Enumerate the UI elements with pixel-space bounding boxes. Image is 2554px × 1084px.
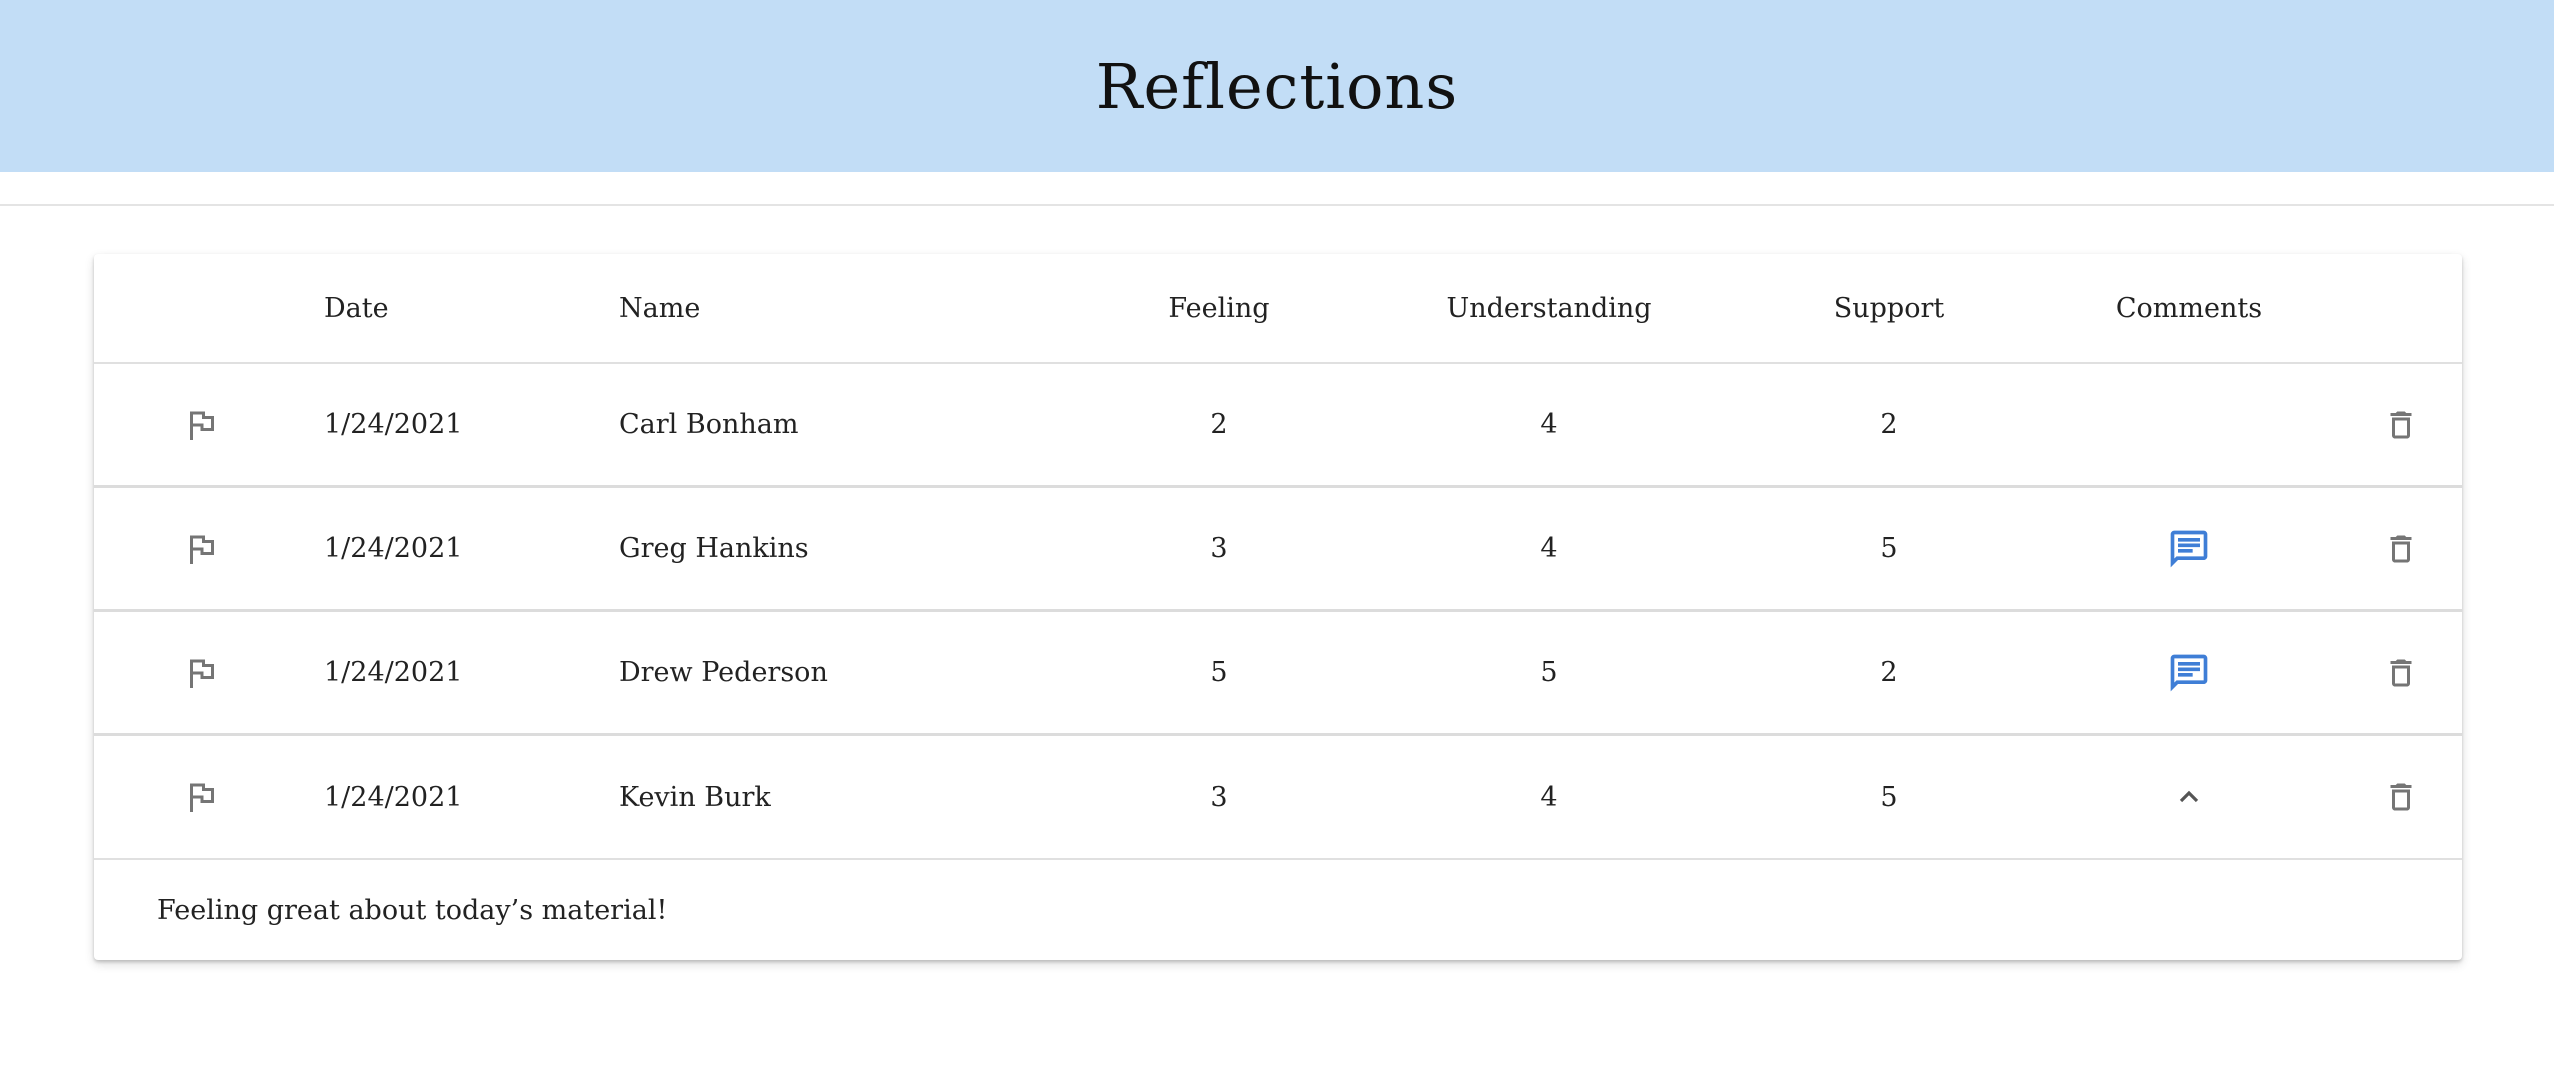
table-row: 1/24/2021 Greg Hankins 3 4 5 — [94, 488, 2462, 612]
flag-icon[interactable] — [184, 779, 220, 815]
row-name: Kevin Burk — [619, 781, 771, 813]
page-header: Reflections — [0, 0, 2554, 172]
comment-icon[interactable] — [2167, 527, 2211, 571]
row-feeling: 3 — [1210, 533, 1228, 564]
row-name: Drew Pederson — [619, 657, 828, 688]
row-date: 1/24/2021 — [324, 781, 463, 813]
table-row: 1/24/2021 Kevin Burk 3 4 5 — [94, 736, 2462, 860]
expanded-comment: Feeling great about today’s material! — [157, 894, 668, 926]
trash-icon[interactable] — [2383, 655, 2419, 691]
page-title: Reflections — [1095, 49, 1459, 123]
trash-icon[interactable] — [2383, 779, 2419, 815]
flag-icon[interactable] — [184, 655, 220, 691]
header-divider — [0, 204, 2554, 206]
row-name: Greg Hankins — [619, 533, 809, 564]
row-understanding: 4 — [1540, 781, 1558, 813]
column-header-feeling[interactable]: Feeling — [1074, 254, 1364, 362]
trash-icon[interactable] — [2383, 407, 2419, 443]
row-understanding: 4 — [1540, 533, 1558, 564]
row-understanding: 5 — [1540, 657, 1558, 688]
row-feeling: 3 — [1210, 781, 1228, 813]
row-name: Carl Bonham — [619, 409, 799, 440]
row-date: 1/24/2021 — [324, 533, 463, 564]
row-support: 2 — [1880, 409, 1898, 440]
table-row: 1/24/2021 Drew Pederson 5 5 2 — [94, 612, 2462, 736]
row-comments-empty — [2049, 364, 2329, 485]
row-feeling: 5 — [1210, 657, 1228, 688]
row-support: 5 — [1880, 781, 1898, 813]
table-header-row: Date Name Feeling Understanding Support … — [94, 254, 2462, 364]
row-support: 2 — [1880, 657, 1898, 688]
row-date: 1/24/2021 — [324, 657, 463, 688]
row-understanding: 4 — [1540, 409, 1558, 440]
row-feeling: 2 — [1210, 409, 1228, 440]
chevron-up-icon[interactable] — [2173, 781, 2205, 813]
reflections-table: Date Name Feeling Understanding Support … — [94, 254, 2462, 960]
column-header-comments[interactable]: Comments — [2049, 254, 2329, 362]
flag-icon[interactable] — [184, 531, 220, 567]
comment-icon[interactable] — [2167, 651, 2211, 695]
row-support: 5 — [1880, 533, 1898, 564]
table-row: 1/24/2021 Carl Bonham 2 4 2 — [94, 364, 2462, 488]
column-header-support[interactable]: Support — [1734, 254, 2044, 362]
column-header-date[interactable]: Date — [324, 254, 584, 362]
row-date: 1/24/2021 — [324, 409, 463, 440]
trash-icon[interactable] — [2383, 531, 2419, 567]
column-header-understanding[interactable]: Understanding — [1374, 254, 1724, 362]
column-header-name[interactable]: Name — [619, 254, 979, 362]
flag-icon[interactable] — [184, 407, 220, 443]
